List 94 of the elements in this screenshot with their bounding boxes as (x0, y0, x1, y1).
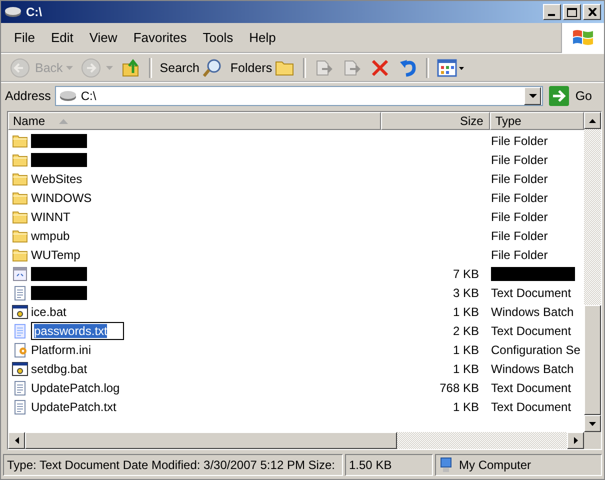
minimize-button[interactable] (543, 4, 561, 20)
caret-icon (66, 66, 73, 70)
file-size: 768 KB (440, 380, 479, 394)
folder-icon (12, 132, 28, 148)
status-details: Type: Text Document Date Modified: 3/30/2007 5:12 PM Size: (3, 454, 343, 476)
file-name[interactable]: WINDOWS (31, 190, 92, 204)
window-title: C:\ (26, 5, 42, 19)
file-name[interactable]: Platform.ini (31, 342, 92, 356)
file-name[interactable]: UpdatePatch.log (31, 380, 120, 394)
move-to-icon (314, 58, 334, 78)
caret-icon (106, 66, 113, 70)
views-icon (437, 58, 466, 76)
left-arrow-icon (14, 437, 18, 444)
copy-to-icon (342, 58, 362, 78)
maximize-button[interactable] (563, 4, 581, 20)
sort-arrow-icon (59, 118, 68, 124)
file-type: Configuration Se (491, 342, 580, 356)
text-file-icon (12, 284, 28, 300)
file-size: 1 KB (452, 342, 479, 356)
file-size: 2 KB (452, 324, 479, 338)
dropdown-button[interactable] (524, 87, 542, 105)
undo-icon (398, 58, 418, 78)
text-file-icon (12, 398, 28, 414)
folder-icon (12, 246, 28, 262)
text-file-icon (12, 322, 28, 338)
horizontal-scrollbar[interactable] (8, 432, 584, 449)
menu-item[interactable]: Favorites (126, 28, 194, 47)
address-label: Address (5, 89, 51, 103)
file-name[interactable]: setdbg.bat (31, 362, 88, 376)
file-type: Windows Batch (491, 362, 574, 376)
flag-icon (572, 28, 594, 48)
file-type: Windows Batch (491, 304, 574, 318)
search-icon (202, 58, 222, 78)
text-file-icon (12, 380, 28, 396)
column-header[interactable]: Type (490, 112, 584, 130)
menu-item[interactable]: Help (242, 28, 283, 47)
file-name[interactable]: UpdatePatch.txt (31, 400, 116, 414)
application-icon (12, 266, 28, 282)
rename-field[interactable]: passwords.txt (31, 322, 124, 340)
file-size: 3 KB (452, 286, 479, 300)
file-size: 1 KB (452, 362, 479, 376)
file-name[interactable]: WebSites (31, 172, 82, 186)
file-name[interactable]: wmpub (31, 228, 70, 242)
file-size: 7 KB (452, 266, 479, 280)
settings-file-icon (12, 342, 28, 358)
menu-item[interactable]: View (82, 28, 124, 47)
search-button[interactable]: Search (156, 56, 226, 78)
status-size: 1.50 KB (345, 454, 433, 476)
file-type: Text Document (491, 400, 572, 414)
go-button[interactable]: Go (547, 86, 600, 106)
file-type: Text Document (491, 286, 572, 300)
file-type: File Folder (491, 172, 548, 186)
folder-up-icon (120, 58, 141, 78)
file-type: File Folder (491, 228, 548, 242)
folder-icon (12, 190, 28, 206)
caret-icon (528, 94, 537, 98)
close-button[interactable] (583, 4, 601, 20)
file-size: 1 KB (452, 400, 479, 414)
folder-icon (12, 170, 28, 186)
menu-item[interactable]: Edit (44, 28, 80, 47)
batch-file-icon (12, 304, 28, 320)
down-arrow-icon (589, 422, 596, 426)
menu-item[interactable]: Tools (196, 28, 240, 47)
drive-icon (58, 90, 77, 102)
status-zone: My Computer (435, 454, 602, 476)
folder-icon (275, 58, 296, 76)
delete-icon (370, 58, 390, 78)
menu-item[interactable]: File (7, 28, 42, 47)
batch-file-icon (12, 360, 28, 376)
maximize-icon (567, 8, 577, 16)
column-header[interactable]: Name (8, 112, 381, 130)
drive-icon (4, 6, 22, 18)
file-type: File Folder (491, 248, 548, 262)
file-name[interactable]: WINNT (31, 210, 70, 224)
file-size: 1 KB (452, 304, 479, 318)
file-name[interactable]: WUTemp (31, 248, 80, 262)
file-type: File Folder (491, 134, 548, 148)
file-type: File Folder (491, 210, 548, 224)
file-name[interactable]: ice.bat (31, 304, 66, 318)
column-header[interactable]: Size (380, 112, 490, 130)
right-arrow-icon (574, 437, 578, 444)
file-type: Text Document (491, 380, 572, 394)
folder-icon (12, 228, 28, 244)
close-icon (588, 8, 596, 16)
address-field[interactable]: C:\ (54, 86, 544, 106)
file-type: File Folder (491, 152, 548, 166)
file-type: Text Document (491, 324, 572, 338)
folder-icon (12, 152, 28, 168)
up-arrow-icon (589, 118, 596, 122)
folders-button[interactable]: Folders (227, 58, 298, 78)
folder-icon (12, 208, 28, 224)
vertical-scrollbar[interactable] (584, 112, 601, 449)
computer-icon (439, 457, 453, 473)
file-type: File Folder (491, 190, 548, 204)
